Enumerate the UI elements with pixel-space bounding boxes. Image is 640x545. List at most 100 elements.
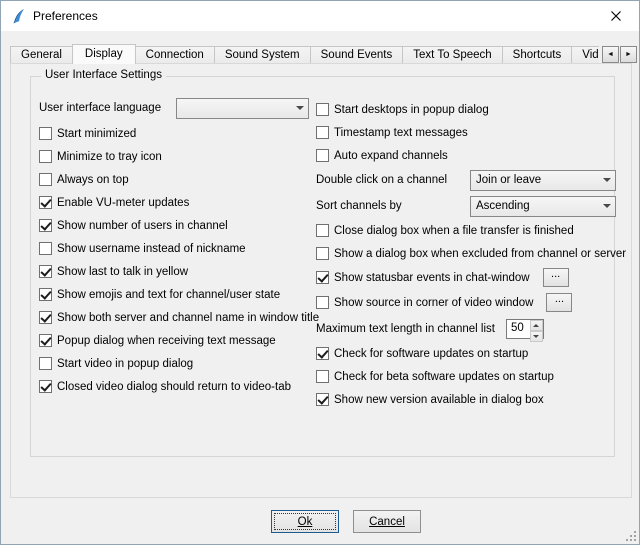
checkbox-label: Show a dialog box when excluded from cha… — [334, 248, 626, 260]
tab-scroll-right-button[interactable]: ► — [620, 46, 637, 63]
checkbox-timestamp-messages[interactable]: Timestamp text messages — [316, 121, 616, 144]
checkbox-label: Start minimized — [57, 128, 136, 140]
checkbox-label: Show username instead of nickname — [57, 243, 246, 255]
checkbox-box[interactable] — [316, 247, 329, 260]
checkbox-vu-meter-updates[interactable]: Enable VU-meter updates — [39, 191, 309, 214]
checkbox-emoji-text-state[interactable]: Show emojis and text for channel/user st… — [39, 283, 309, 306]
spinner-buttons — [530, 320, 543, 338]
tab-display[interactable]: Display — [72, 44, 136, 64]
checkbox-minimize-to-tray[interactable]: Minimize to tray icon — [39, 145, 309, 168]
checkbox-box[interactable] — [39, 334, 52, 347]
sort-channels-select[interactable]: Ascending — [470, 196, 616, 217]
checkbox-box[interactable] — [316, 149, 329, 162]
checkbox-box[interactable] — [39, 265, 52, 278]
checkbox-last-talk-yellow[interactable]: Show last to talk in yellow — [39, 260, 309, 283]
titlebar[interactable]: Preferences — [1, 1, 639, 31]
tab-text-to-speech[interactable]: Text To Speech — [402, 46, 502, 63]
combo-value: Ascending — [471, 200, 599, 212]
ok-button-label: Ok — [298, 516, 313, 528]
checkbox-box[interactable] — [39, 219, 52, 232]
checkbox-box[interactable] — [39, 196, 52, 209]
checkbox-box[interactable] — [316, 271, 329, 284]
arrow-left-icon: ◄ — [607, 51, 614, 58]
tab-scroll-left-button[interactable]: ◄ — [602, 46, 619, 63]
checkbox-box[interactable] — [39, 311, 52, 324]
checkbox-box[interactable] — [39, 127, 52, 140]
checkbox-box[interactable] — [316, 126, 329, 139]
resize-grip[interactable] — [624, 529, 637, 542]
checkbox-box[interactable] — [39, 173, 52, 186]
checkbox-video-popup[interactable]: Start video in popup dialog — [39, 352, 309, 375]
checkbox-always-on-top[interactable]: Always on top — [39, 168, 309, 191]
checkbox-label: Minimize to tray icon — [57, 151, 162, 163]
ok-button[interactable]: Ok — [271, 510, 339, 533]
checkbox-box[interactable] — [316, 393, 329, 406]
sort-channels-row: Sort channels by Ascending — [316, 193, 616, 219]
checkbox-statusbar-events[interactable]: Show statusbar events in chat-window ... — [316, 265, 616, 290]
checkbox-new-version-dialog[interactable]: Show new version available in dialog box — [316, 388, 616, 411]
ui-settings-group: User Interface Settings User interface l… — [30, 76, 615, 457]
checkbox-box[interactable] — [39, 242, 52, 255]
language-select[interactable] — [176, 98, 309, 119]
tab-general[interactable]: General — [10, 46, 73, 63]
spinner-value: 50 — [507, 320, 530, 338]
checkbox-video-return-tab[interactable]: Closed video dialog should return to vid… — [39, 375, 309, 398]
double-click-select[interactable]: Join or leave — [470, 170, 616, 191]
checkbox-show-username[interactable]: Show username instead of nickname — [39, 237, 309, 260]
checkbox-check-beta-updates[interactable]: Check for beta software updates on start… — [316, 365, 616, 388]
checkbox-box[interactable] — [39, 150, 52, 163]
combo-value: Join or leave — [471, 174, 599, 186]
tab-bar: General Display Connection Sound System … — [10, 44, 621, 63]
checkbox-box[interactable] — [316, 103, 329, 116]
tab-sound-events[interactable]: Sound Events — [310, 46, 404, 63]
language-row: User interface language — [39, 96, 309, 120]
checkbox-label: Start desktops in popup dialog — [334, 104, 489, 116]
spinner-down-button[interactable] — [530, 331, 543, 342]
checkbox-label: Show number of users in channel — [57, 220, 228, 232]
app-icon — [10, 8, 26, 24]
checkbox-label: Show new version available in dialog box — [334, 394, 544, 406]
checkbox-popup-text-message[interactable]: Popup dialog when receiving text message — [39, 329, 309, 352]
checkbox-auto-expand[interactable]: Auto expand channels — [316, 144, 616, 167]
max-text-length-label: Maximum text length in channel list — [316, 323, 495, 335]
checkbox-label: Enable VU-meter updates — [57, 197, 189, 209]
checkbox-server-channel-title[interactable]: Show both server and channel name in win… — [39, 306, 309, 329]
preferences-dialog: { "window": { "title": "Preferences" }, … — [0, 0, 640, 545]
checkbox-file-transfer-close[interactable]: Close dialog box when a file transfer is… — [316, 219, 616, 242]
checkbox-label: Check for beta software updates on start… — [334, 371, 554, 383]
checkbox-start-minimized[interactable]: Start minimized — [39, 122, 309, 145]
video-source-browse-button[interactable]: ... — [546, 293, 572, 312]
language-label: User interface language — [39, 102, 161, 114]
resize-grip-icon — [624, 529, 637, 542]
double-click-row: Double click on a channel Join or leave — [316, 167, 616, 193]
max-text-length-spinner[interactable]: 50 — [506, 319, 544, 339]
checkbox-label: Show both server and channel name in win… — [57, 312, 319, 324]
checkbox-box[interactable] — [316, 370, 329, 383]
checkbox-excluded-dialog[interactable]: Show a dialog box when excluded from cha… — [316, 242, 616, 265]
checkbox-label: Popup dialog when receiving text message — [57, 335, 276, 347]
checkbox-label: Always on top — [57, 174, 129, 186]
checkbox-box[interactable] — [316, 347, 329, 360]
cancel-button[interactable]: Cancel — [353, 510, 421, 533]
close-button[interactable] — [593, 1, 639, 31]
tab-sound-system[interactable]: Sound System — [214, 46, 311, 63]
checkbox-label: Start video in popup dialog — [57, 358, 193, 370]
chevron-down-icon — [599, 171, 615, 190]
checkbox-check-updates[interactable]: Check for software updates on startup — [316, 342, 616, 365]
checkbox-box[interactable] — [39, 357, 52, 370]
checkbox-box[interactable] — [316, 224, 329, 237]
statusbar-events-browse-button[interactable]: ... — [543, 268, 569, 287]
tab-scroll-buttons: ◄ ► — [599, 45, 637, 63]
checkbox-box[interactable] — [39, 380, 52, 393]
checkbox-show-user-count[interactable]: Show number of users in channel — [39, 214, 309, 237]
tab-shortcuts[interactable]: Shortcuts — [502, 46, 573, 63]
spinner-up-button[interactable] — [530, 320, 543, 331]
window-title: Preferences — [33, 9, 98, 23]
checkbox-box[interactable] — [39, 288, 52, 301]
checkbox-desktops-popup[interactable]: Start desktops in popup dialog — [316, 98, 616, 121]
checkbox-label: Timestamp text messages — [334, 127, 468, 139]
tab-connection[interactable]: Connection — [135, 46, 215, 63]
arrow-up-icon — [533, 321, 539, 327]
checkbox-video-source-corner[interactable]: Show source in corner of video window ..… — [316, 290, 616, 315]
checkbox-box[interactable] — [316, 296, 329, 309]
